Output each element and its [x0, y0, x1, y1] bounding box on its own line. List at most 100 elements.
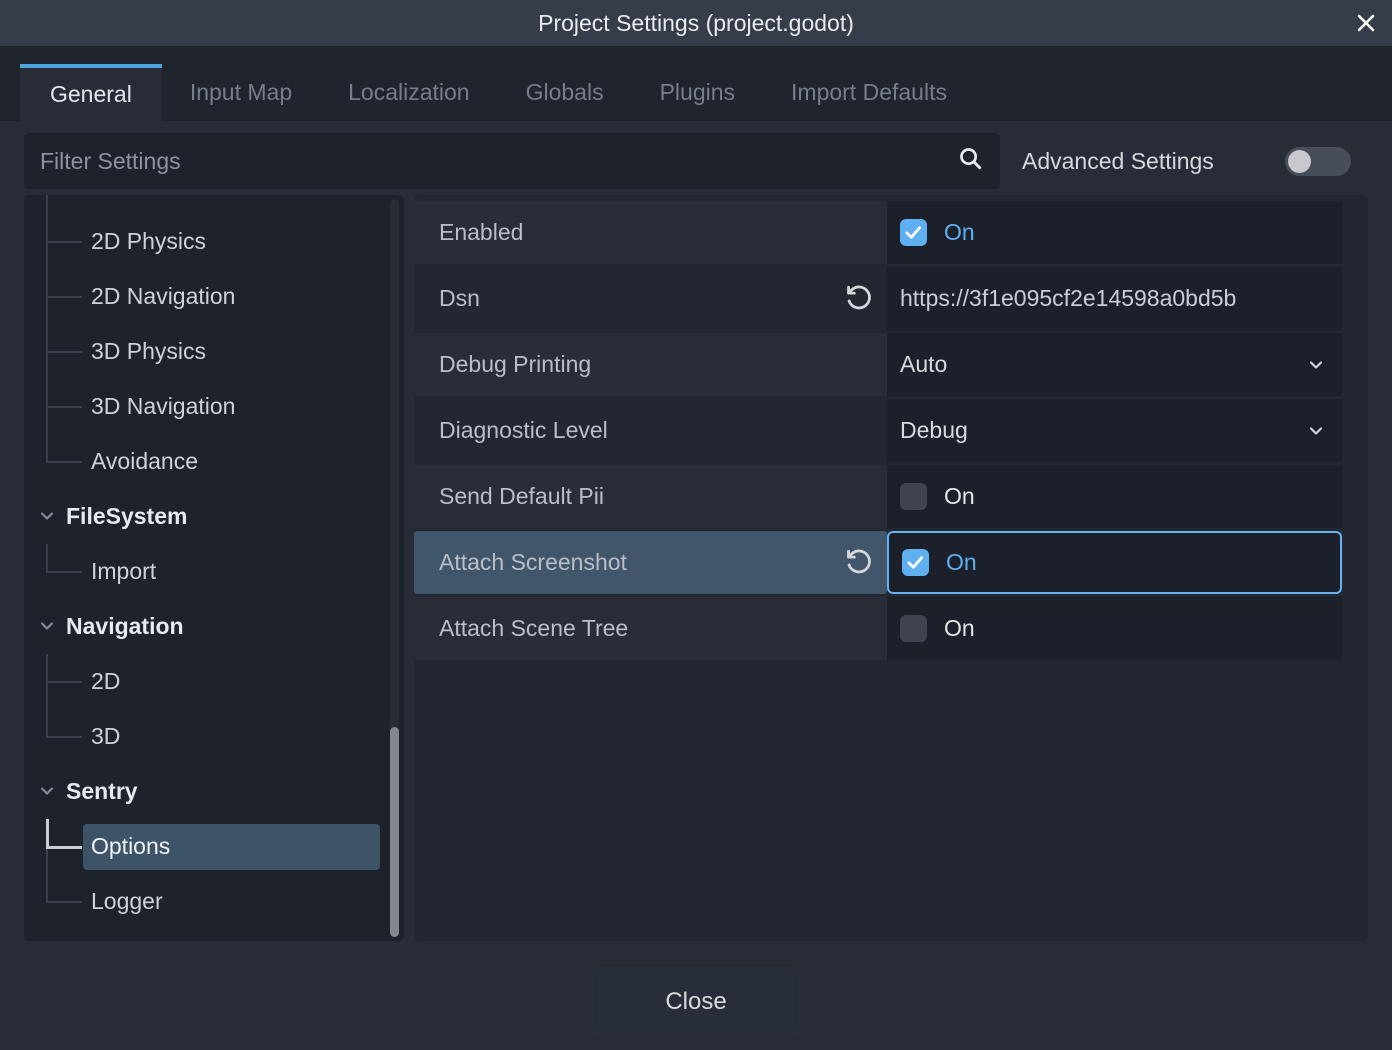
dialog-footer: Close	[0, 967, 1392, 1037]
tab-label: General	[50, 81, 132, 108]
tree-connector	[46, 214, 86, 269]
setting-label-zone: Attach Scene Tree	[414, 597, 887, 660]
close-button[interactable]: Close	[592, 967, 800, 1037]
diagnostic-level-dropdown[interactable]: Debug	[887, 399, 1342, 462]
chevron-down-icon	[1306, 355, 1326, 380]
setting-label: Attach Scene Tree	[439, 615, 628, 642]
setting-row-diagnostic-level: Diagnostic Level Debug	[414, 399, 1368, 462]
setting-row-attach-screenshot: Attach Screenshot On	[414, 531, 1368, 594]
settings-inspector: Enabled On Dsn	[414, 195, 1368, 941]
tree-item-import[interactable]: Import	[24, 544, 404, 599]
filter-settings-input[interactable]	[40, 148, 957, 175]
setting-label-zone: Send Default Pii	[414, 465, 887, 528]
tree-section-label: FileSystem	[66, 503, 187, 530]
tree-item-nav-2d[interactable]: 2D	[24, 654, 404, 709]
checkmark-icon	[903, 222, 924, 243]
tab-plugins[interactable]: Plugins	[632, 64, 763, 121]
tree-item-label: Options	[91, 833, 170, 860]
setting-label-zone: Dsn	[414, 267, 887, 330]
tree-section-navigation[interactable]: Navigation	[24, 599, 404, 654]
tree-item-label: 2D Navigation	[91, 283, 235, 310]
tree-connector	[46, 434, 86, 489]
send-default-pii-checkbox[interactable]	[900, 483, 927, 510]
checkbox-state-label: On	[944, 483, 975, 510]
advanced-settings-toggle[interactable]	[1285, 147, 1351, 176]
chevron-down-icon	[37, 616, 57, 641]
checkbox-state-label: On	[946, 549, 977, 576]
dsn-text-field[interactable]: https://3f1e095cf2e14598a0bd5b	[887, 267, 1342, 330]
setting-row-attach-scene-tree: Attach Scene Tree On	[414, 597, 1368, 660]
tree-item-label: 3D Physics	[91, 338, 206, 365]
tree-connector	[46, 269, 86, 324]
content-area: Advanced Settings 2D Physics 2D Navigati…	[0, 121, 1392, 1050]
tree-item-2d-physics[interactable]: 2D Physics	[24, 214, 404, 269]
filter-settings-field[interactable]	[24, 133, 1000, 189]
tree-item-label: 2D Physics	[91, 228, 206, 255]
revert-icon[interactable]	[845, 548, 873, 581]
settings-tree: 2D Physics 2D Navigation 3D Physics 3D N…	[24, 195, 404, 941]
tree-section-label: Navigation	[66, 613, 184, 640]
setting-label-zone: Diagnostic Level	[414, 399, 887, 462]
setting-label: Attach Screenshot	[439, 549, 627, 576]
setting-label: Dsn	[439, 285, 480, 312]
setting-label: Enabled	[439, 219, 523, 246]
tab-label: Globals	[526, 79, 604, 106]
search-icon	[957, 145, 984, 177]
tree-connector	[46, 324, 86, 379]
attach-screenshot-checkbox[interactable]	[902, 549, 929, 576]
tab-import-defaults[interactable]: Import Defaults	[763, 64, 975, 121]
tree-connector	[46, 709, 86, 764]
chevron-down-icon	[37, 506, 57, 531]
attach-scene-tree-checkbox[interactable]	[900, 615, 927, 642]
setting-row-send-default-pii: Send Default Pii On	[414, 465, 1368, 528]
tree-connector	[46, 654, 86, 709]
tree-section-filesystem[interactable]: FileSystem	[24, 489, 404, 544]
checkbox-state-label: On	[944, 219, 975, 246]
setting-label: Diagnostic Level	[439, 417, 608, 444]
tab-label: Plugins	[660, 79, 735, 106]
dropdown-value: Debug	[900, 417, 968, 444]
setting-row-enabled: Enabled On	[414, 201, 1368, 264]
tree-section-sentry[interactable]: Sentry	[24, 764, 404, 819]
filter-row: Advanced Settings	[24, 133, 1351, 189]
tab-general[interactable]: General	[20, 64, 162, 121]
tree-connector	[46, 544, 86, 599]
tree-item-2d-navigation[interactable]: 2D Navigation	[24, 269, 404, 324]
tab-label: Localization	[348, 79, 469, 106]
tree-item-logger[interactable]: Logger	[24, 874, 404, 929]
enabled-checkbox[interactable]	[900, 219, 927, 246]
tree-item-label: Logger	[91, 888, 163, 915]
tab-input-map[interactable]: Input Map	[162, 64, 320, 121]
tree-item-options[interactable]: Options	[24, 819, 404, 874]
advanced-settings-label: Advanced Settings	[1022, 148, 1214, 175]
setting-label-zone: Debug Printing	[414, 333, 887, 396]
checkbox-state-label: On	[944, 615, 975, 642]
tree-item-3d-navigation[interactable]: 3D Navigation	[24, 379, 404, 434]
debug-printing-dropdown[interactable]: Auto	[887, 333, 1342, 396]
tree-item-avoidance[interactable]: Avoidance	[24, 434, 404, 489]
setting-value-zone-focused: On	[887, 531, 1342, 594]
setting-row-debug-printing: Debug Printing Auto	[414, 333, 1368, 396]
tree-section-label: Sentry	[66, 778, 138, 805]
revert-icon[interactable]	[845, 284, 873, 317]
dsn-value: https://3f1e095cf2e14598a0bd5b	[900, 285, 1236, 312]
checkmark-icon	[905, 552, 926, 573]
tree-item-nav-3d[interactable]: 3D	[24, 709, 404, 764]
tree-item-label: Avoidance	[91, 448, 198, 475]
setting-value-zone: On	[887, 465, 1342, 528]
tree-leadin	[24, 195, 404, 214]
tree-connector	[46, 874, 86, 929]
close-icon[interactable]	[1352, 9, 1380, 37]
tab-label: Import Defaults	[791, 79, 947, 106]
tree-item-label: 3D Navigation	[91, 393, 235, 420]
setting-row-dsn: Dsn https://3f1e095cf2e14598a0bd5b	[414, 267, 1368, 330]
dropdown-value: Auto	[900, 351, 947, 378]
tree-scrollbar-thumb[interactable]	[390, 727, 399, 937]
titlebar: Project Settings (project.godot)	[0, 0, 1392, 46]
setting-value-zone: On	[887, 597, 1342, 660]
tree-item-3d-physics[interactable]: 3D Physics	[24, 324, 404, 379]
tab-globals[interactable]: Globals	[498, 64, 632, 121]
tab-localization[interactable]: Localization	[320, 64, 497, 121]
setting-value-zone: On	[887, 201, 1342, 264]
chevron-down-icon	[37, 781, 57, 806]
